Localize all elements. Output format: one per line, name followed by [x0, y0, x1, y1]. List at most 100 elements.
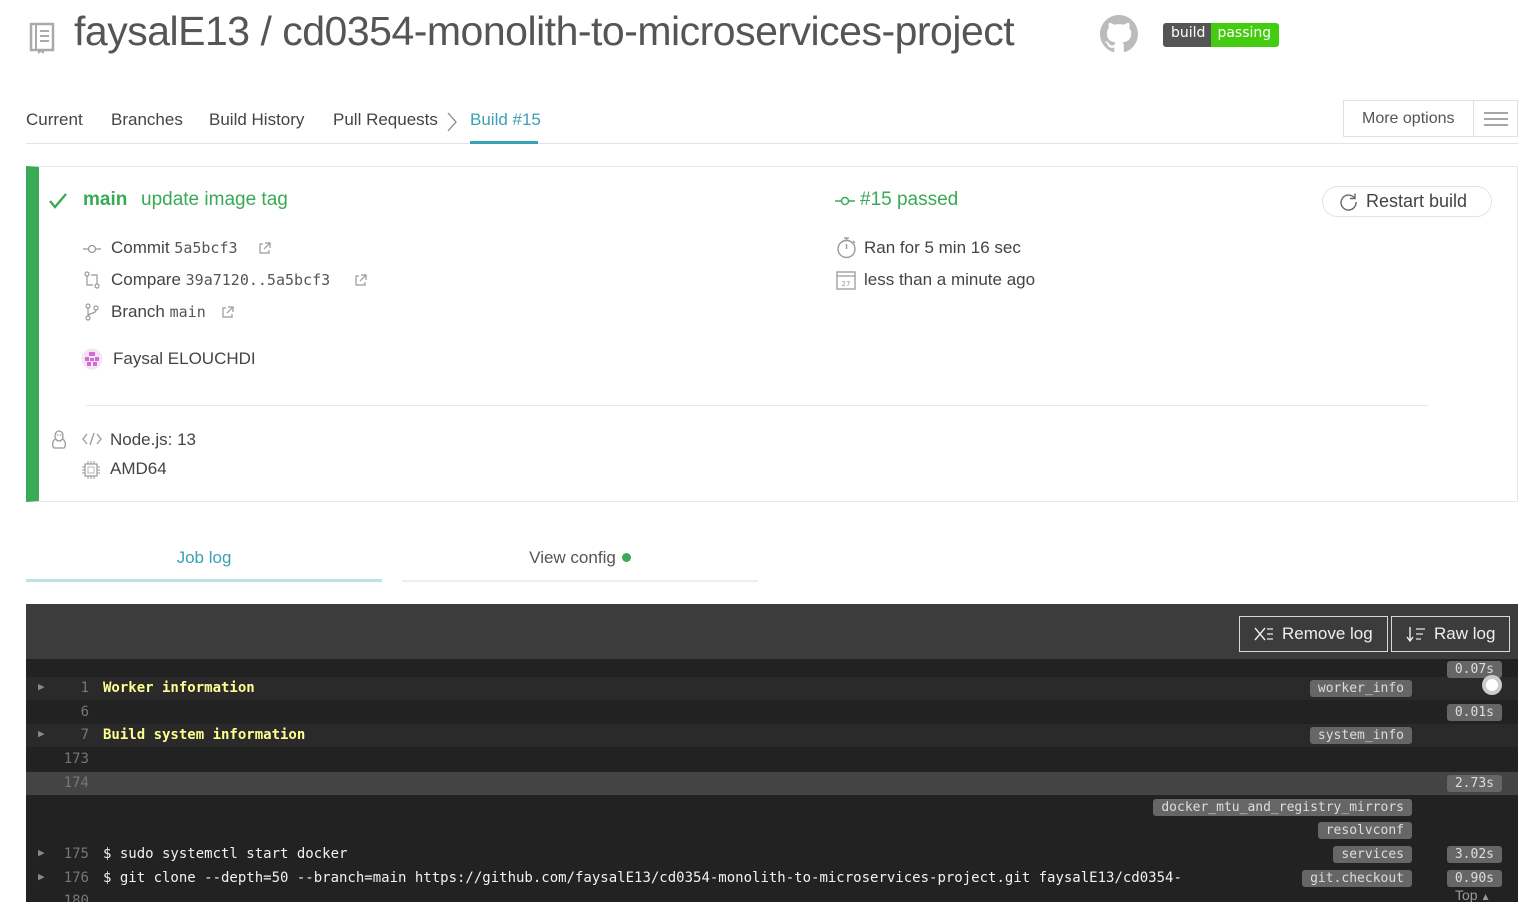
log-line-highlighted[interactable]: 174 2.73s [26, 772, 1518, 795]
tab-build-current[interactable]: Build #15 [470, 110, 541, 130]
build-summary-card [26, 166, 1518, 502]
job-log-panel[interactable]: Remove log Raw log ▶ 1 Worker informatio… [26, 604, 1518, 902]
line-number: 180 [63, 893, 89, 902]
log-command: $ sudo systemctl start docker [103, 846, 348, 862]
hamburger-icon [1483, 111, 1508, 126]
tab-current[interactable]: Current [26, 110, 83, 130]
fold-duration: 0.01s [1446, 704, 1502, 721]
log-line[interactable]: ▶ 175 $ sudo systemctl start docker serv… [26, 843, 1518, 866]
branch-label: Branch [111, 302, 165, 321]
expand-arrow-icon[interactable]: ▶ [38, 680, 45, 693]
log-line[interactable]: ▶ 176 $ git clone --depth=50 --branch=ma… [26, 867, 1518, 890]
tab-pull-requests[interactable]: Pull Requests [333, 110, 438, 130]
build-status-badge[interactable]: build passing [1163, 23, 1280, 47]
log-line[interactable]: ▶ 1 Worker information worker_info [26, 677, 1518, 700]
more-options-label: More options [1362, 109, 1455, 127]
active-tab-indicator [470, 141, 538, 144]
remove-log-label: Remove log [1282, 624, 1373, 643]
external-link-icon[interactable] [221, 306, 234, 319]
expand-arrow-icon[interactable]: ▶ [38, 727, 45, 740]
branch-icon [85, 303, 99, 321]
config-status-dot [621, 553, 631, 562]
linux-icon [51, 430, 67, 449]
badge-label: build [1163, 23, 1212, 47]
tab-branches[interactable]: Branches [111, 110, 183, 130]
commit-icon [835, 196, 855, 206]
fold-tag: services [1333, 846, 1412, 863]
build-duration: Ran for 5 min 16 sec [864, 238, 1021, 257]
log-line[interactable]: 6 0.01s [26, 701, 1518, 724]
tab-view-config[interactable]: View config [402, 548, 758, 568]
expand-arrow-icon[interactable]: ▶ [38, 870, 45, 883]
remove-log-icon [1254, 627, 1273, 641]
compare-label: Compare [111, 270, 181, 289]
raw-log-icon [1406, 627, 1425, 642]
compare-row[interactable]: Compare 39a7120..5a5bcf3 [111, 270, 330, 290]
raw-log-label: Raw log [1434, 624, 1496, 643]
line-number: 7 [80, 727, 89, 743]
branch-value: main [169, 303, 206, 321]
badge-status: passing [1211, 23, 1280, 47]
compare-icon [84, 271, 100, 289]
scroll-to-top-link[interactable]: Top ▲ [1455, 887, 1490, 902]
branch-name[interactable]: main [83, 189, 127, 211]
fold-tag: docker_mtu_and_registry_mirrors [1153, 799, 1412, 816]
fold-tag: system_info [1309, 727, 1412, 744]
more-options-button[interactable]: More options [1343, 100, 1518, 137]
log-toolbar: Remove log Raw log [26, 604, 1518, 659]
job-arch: AMD64 [110, 459, 167, 478]
calendar-day: 27 [842, 280, 851, 288]
external-link-icon[interactable] [258, 242, 271, 255]
tab-build-history[interactable]: Build History [209, 110, 304, 130]
chevron-right-icon [447, 112, 457, 132]
commit-label: Commit [111, 238, 170, 257]
commit-message[interactable]: update image tag [141, 189, 288, 211]
author-name: Faysal ELOUCHDI [113, 349, 256, 368]
calendar-icon: 27 [836, 271, 856, 290]
cpu-icon [82, 461, 100, 479]
fold-title: Worker information [103, 680, 255, 696]
line-number: 176 [63, 870, 89, 886]
code-icon [82, 432, 102, 446]
fold-tag: worker_info [1309, 680, 1412, 697]
active-tab-indicator [26, 579, 382, 582]
fold-title: Build system information [103, 727, 306, 743]
remove-log-button[interactable]: Remove log [1239, 616, 1388, 652]
fold-tag: git.checkout [1302, 870, 1412, 887]
branch-row[interactable]: Branch main [111, 302, 206, 322]
scroll-indicator[interactable] [1480, 673, 1504, 697]
build-status[interactable]: #15 passed [860, 189, 958, 211]
fold-duration: 0.90s [1446, 870, 1502, 887]
github-icon[interactable] [1100, 15, 1138, 53]
compare-range: 39a7120..5a5bcf3 [185, 271, 331, 289]
line-number: 6 [80, 704, 89, 720]
expand-arrow-icon[interactable]: ▶ [38, 846, 45, 859]
restart-icon [1340, 193, 1357, 211]
tabs-divider [26, 143, 1518, 144]
log-command: $ git clone --depth=50 --branch=main htt… [103, 870, 1182, 886]
log-line[interactable]: ▶ 7 Build system information system_info [26, 724, 1518, 747]
commit-sha: 5a5bcf3 [174, 239, 238, 257]
commit-icon [83, 244, 101, 254]
build-finished-time: less than a minute ago [864, 270, 1036, 289]
log-line[interactable]: 173 [26, 748, 1518, 771]
repo-title: faysalE13 / cd0354-monolith-to-microserv… [74, 8, 1015, 54]
line-number: 174 [63, 775, 89, 791]
view-config-label: View config [529, 548, 616, 567]
line-number: 173 [63, 751, 89, 767]
tab-job-log[interactable]: Job log [26, 548, 382, 568]
fold-tag: resolvconf [1317, 822, 1412, 839]
top-label: Top [1455, 887, 1478, 902]
external-link-icon[interactable] [354, 274, 367, 287]
author-avatar [81, 348, 103, 370]
restart-build-label: Restart build [1366, 191, 1468, 211]
fold-duration: 3.02s [1446, 846, 1502, 863]
tab-underline [402, 580, 758, 582]
fold-duration: 2.73s [1446, 775, 1502, 792]
restart-build-button[interactable]: Restart build [1322, 186, 1492, 217]
log-line[interactable]: 180 [26, 890, 1518, 902]
raw-log-button[interactable]: Raw log [1391, 616, 1511, 652]
commit-row[interactable]: Commit 5a5bcf3 [111, 238, 238, 258]
caret-up-icon: ▲ [1480, 892, 1491, 902]
line-number: 175 [63, 846, 89, 862]
